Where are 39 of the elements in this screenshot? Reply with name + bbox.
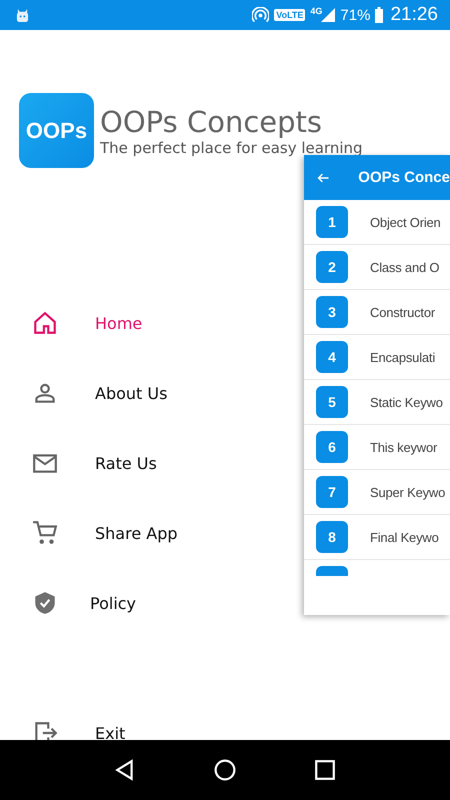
topic-item[interactable]: Constructor: [370, 304, 435, 320]
topic-item[interactable]: Super Keywo: [370, 484, 446, 500]
clock: 21:26: [390, 4, 438, 26]
partial-badge-icon: [316, 566, 348, 576]
number-badge: 2: [316, 251, 348, 283]
topic-item[interactable]: Final Keywo: [370, 530, 439, 544]
number-badge: 1: [316, 206, 348, 238]
signal-icon: [321, 8, 336, 22]
home-button-icon[interactable]: [214, 759, 236, 781]
number-badge: 6: [316, 431, 348, 463]
volte-badge: VoLTE: [274, 9, 306, 21]
battery-percent: 71%: [340, 6, 370, 24]
menu-item[interactable]: Policy: [90, 594, 136, 612]
topic-item[interactable]: Class and O: [370, 260, 440, 274]
number-badge: 4: [316, 341, 348, 373]
app-tagline: The perfect place for easy learning: [100, 138, 363, 156]
preview-title: OOPs Conce: [358, 169, 450, 186]
topic-item[interactable]: Static Keywo: [370, 394, 443, 410]
menu-item[interactable]: Share App: [95, 524, 178, 542]
network-label: 4G: [310, 6, 322, 16]
app-logo: OOPs: [19, 93, 94, 168]
number-badge: 8: [316, 521, 348, 553]
topic-item[interactable]: Object Orien: [370, 214, 441, 230]
number-badge: 3: [316, 296, 348, 328]
topic-item[interactable]: Encapsulati: [370, 350, 436, 364]
home-icon[interactable]: [32, 310, 58, 336]
menu-item[interactable]: About Us: [95, 384, 168, 402]
topic-item[interactable]: This keywor: [370, 440, 438, 454]
recents-icon[interactable]: [314, 759, 336, 781]
menu-item[interactable]: Home: [95, 314, 142, 332]
android-icon: [15, 8, 30, 22]
number-badge: 7: [316, 476, 348, 508]
hotspot-icon: [252, 6, 270, 24]
number-badge: 5: [316, 386, 348, 418]
cart-icon[interactable]: [32, 520, 58, 546]
menu-item[interactable]: Rate Us: [95, 454, 157, 472]
battery-icon: [375, 7, 384, 23]
app-title: OOPs Concepts: [100, 104, 324, 138]
menu-item[interactable]: Exit: [95, 724, 126, 740]
